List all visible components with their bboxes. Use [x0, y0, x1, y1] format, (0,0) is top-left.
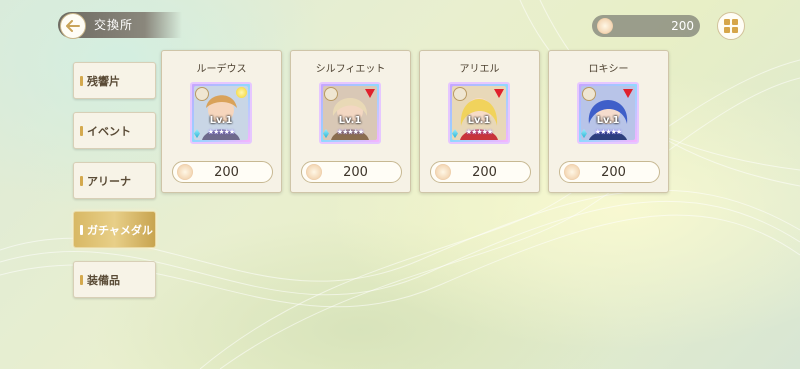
- star-rating: ★★★★★: [594, 128, 622, 136]
- character-portrait: Lv.1 ★★★★★: [319, 82, 381, 144]
- star-rating: ★★★★★: [465, 128, 493, 136]
- sidebar-item-arena[interactable]: アリーナ: [73, 162, 156, 199]
- medal-coin-icon: [306, 164, 322, 180]
- character-name: シルフィエット: [315, 64, 386, 75]
- sidebar-item-equipment[interactable]: 装備品: [73, 261, 156, 298]
- sidebar-item-echo-shards[interactable]: 残響片: [73, 62, 156, 99]
- sidebar-item-label: アリーナ: [87, 174, 131, 188]
- attribute-icon: [582, 87, 596, 101]
- price-button[interactable]: 200: [559, 161, 660, 183]
- price-button[interactable]: 200: [430, 161, 531, 183]
- character-level: Lv.1: [596, 115, 620, 126]
- character-level: Lv.1: [467, 115, 491, 126]
- element-yellow-icon: [236, 87, 247, 98]
- price-value: 200: [343, 165, 368, 180]
- sidebar-item-label: イベント: [87, 124, 131, 138]
- character-portrait: Lv.1 ★★★★★: [448, 82, 510, 144]
- medal-coin-icon: [435, 164, 451, 180]
- medal-coin-icon: [177, 164, 193, 180]
- element-red-icon: [623, 89, 633, 98]
- medal-coin-icon: [564, 164, 580, 180]
- character-level: Lv.1: [209, 115, 233, 126]
- shop-card-roxy[interactable]: ロキシー Lv.1 ★★★★★ 200: [548, 50, 669, 193]
- back-button[interactable]: [60, 13, 86, 39]
- medal-coin-icon: [597, 18, 613, 34]
- character-name: ルーデウス: [196, 64, 247, 75]
- element-red-icon: [494, 89, 504, 98]
- currency-amount: 200: [671, 19, 694, 33]
- price-button[interactable]: 200: [301, 161, 402, 183]
- attribute-icon: [195, 87, 209, 101]
- price-button[interactable]: 200: [172, 161, 273, 183]
- back-arrow-icon: [66, 20, 80, 32]
- grid-menu-icon: [724, 19, 738, 33]
- sidebar-item-label: ガチャメダル: [87, 223, 153, 237]
- star-rating: ★★★★★: [207, 128, 235, 136]
- attribute-icon: [453, 87, 467, 101]
- price-value: 200: [601, 165, 626, 180]
- element-red-icon: [365, 89, 375, 98]
- attribute-icon: [324, 87, 338, 101]
- page-title: 交換所: [94, 18, 134, 32]
- sidebar-item-label: 残響片: [87, 74, 120, 88]
- character-level: Lv.1: [338, 115, 362, 126]
- character-name: アリエル: [459, 64, 500, 75]
- character-portrait: Lv.1 ★★★★★: [577, 82, 639, 144]
- menu-button[interactable]: [717, 12, 745, 40]
- price-value: 200: [472, 165, 497, 180]
- character-name: ロキシー: [588, 64, 629, 75]
- shop-card-sylphiette[interactable]: シルフィエット Lv.1 ★★★★★ 200: [290, 50, 411, 193]
- sidebar-item-gacha-medal[interactable]: ガチャメダル: [73, 211, 156, 248]
- shop-card-ariel[interactable]: アリエル Lv.1 ★★★★★ 200: [419, 50, 540, 193]
- character-portrait: Lv.1 ★★★★★: [190, 82, 252, 144]
- sidebar-item-event[interactable]: イベント: [73, 112, 156, 149]
- price-value: 200: [214, 165, 239, 180]
- sidebar-item-label: 装備品: [87, 273, 120, 287]
- shop-card-rudeus[interactable]: ルーデウス Lv.1 ★★★★★ 200: [161, 50, 282, 193]
- star-rating: ★★★★★: [336, 128, 364, 136]
